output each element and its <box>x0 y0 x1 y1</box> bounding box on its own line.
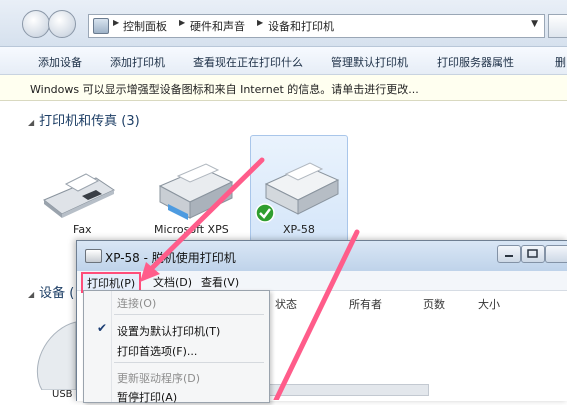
fax-label: Fax <box>73 223 92 236</box>
add-device-button[interactable]: 添加设备 <box>38 54 82 70</box>
column-owner[interactable]: 所有者 <box>349 296 382 312</box>
info-bar-text[interactable]: Windows 可以显示增强型设备图标和来自 Internet 的信息。请单击进… <box>30 81 419 97</box>
queue-column-headers: 状态 所有者 页数 大小 <box>267 294 567 312</box>
see-whats-printing-button[interactable]: 查看现在正在打印什么 <box>193 54 303 70</box>
window-menubar: 打印机(P) 文档(D) 查看(V) <box>77 271 567 293</box>
menu-item-pause-printing[interactable]: 暂停打印(A) <box>117 389 177 405</box>
menu-gutter <box>111 291 112 402</box>
manage-default-printers-button[interactable]: 管理默认打印机 <box>331 54 408 70</box>
maximize-button[interactable] <box>521 245 545 263</box>
window-titlebar[interactable]: XP-58 - 脱机使用打印机 <box>77 241 567 271</box>
check-icon: ✔ <box>97 321 108 335</box>
collapse-triangle-icon: ◢ <box>28 118 35 127</box>
menu-view[interactable]: 查看(V) <box>201 274 239 290</box>
fax-device[interactable] <box>38 160 118 220</box>
chevron-right-icon: ▶ <box>113 18 120 27</box>
printers-group-header[interactable]: ◢ 打印机和传真 (3) <box>28 110 140 129</box>
microsoft-xps-label: Microsoft XPS <box>154 223 229 236</box>
usb-device-icon <box>36 321 77 391</box>
chevron-right-icon: ▶ <box>179 18 186 27</box>
breadcrumb-item[interactable]: 控制面板 <box>123 18 167 34</box>
default-checkmark-icon <box>255 203 275 223</box>
printer-dropdown-menu: 连接(O) ✔ 设置为默认打印机(T) 打印首选项(F)... 更新驱动程序(D… <box>83 290 270 405</box>
printer-queue-window: XP-58 - 脱机使用打印机 打印机(P) 文档(D) 查看(V) 状态 所有… <box>76 240 567 405</box>
column-pages[interactable]: 页数 <box>423 296 445 312</box>
address-box[interactable]: ▶ 控制面板 ▶ 硬件和声音 ▶ 设备和打印机 ▼ <box>88 14 545 38</box>
collapse-triangle-icon: ◢ <box>28 290 35 299</box>
menu-item-printing-preferences[interactable]: 打印首选项(F)... <box>117 343 197 359</box>
usb-device[interactable] <box>30 320 77 391</box>
control-panel-icon <box>93 18 109 34</box>
address-bar-region: ▶ 控制面板 ▶ 硬件和声音 ▶ 设备和打印机 ▼ <box>0 0 567 47</box>
info-bar[interactable]: Windows 可以显示增强型设备图标和来自 Internet 的信息。请单击进… <box>0 75 567 101</box>
column-size[interactable]: 大小 <box>478 296 500 312</box>
devices-group-label: 设备 ( <box>39 286 75 301</box>
menu-item-update-driver[interactable]: 更新驱动程序(D) <box>117 370 200 386</box>
chevron-right-icon: ▶ <box>257 18 264 27</box>
printers-group-label: 打印机和传真 (3) <box>39 114 140 129</box>
menu-separator <box>114 314 264 315</box>
refresh-button[interactable] <box>548 14 567 38</box>
column-status[interactable]: 状态 <box>275 296 297 312</box>
usb-label: USB <box>52 389 73 400</box>
menu-separator <box>114 362 264 363</box>
delete-button[interactable]: 删 <box>555 54 566 70</box>
command-bar: 添加设备 添加打印机 查看现在正在打印什么 管理默认打印机 打印服务器属性 删 <box>0 47 567 75</box>
devices-group-header[interactable]: ◢ 设备 ( <box>28 282 74 301</box>
microsoft-xps-device[interactable] <box>148 152 238 222</box>
breadcrumb-item[interactable]: 硬件和声音 <box>190 18 245 34</box>
printer-icon <box>85 249 102 263</box>
horizontal-scrollbar[interactable] <box>269 384 429 396</box>
add-printer-button[interactable]: 添加打印机 <box>110 54 165 70</box>
back-button[interactable] <box>22 10 50 38</box>
close-button[interactable] <box>545 245 567 263</box>
printer-icon <box>158 163 234 220</box>
window-title: XP-58 - 脱机使用打印机 <box>105 251 236 265</box>
menu-item-set-default[interactable]: 设置为默认打印机(T) <box>117 323 220 339</box>
breadcrumb-item[interactable]: 设备和打印机 <box>268 18 334 34</box>
menu-document[interactable]: 文档(D) <box>153 274 192 290</box>
chevron-down-icon[interactable]: ▼ <box>531 19 538 29</box>
menu-item-connect[interactable]: 连接(O) <box>117 295 156 311</box>
print-server-properties-button[interactable]: 打印服务器属性 <box>437 54 514 70</box>
xp58-label: XP-58 <box>283 223 315 236</box>
minimize-button[interactable] <box>497 245 521 263</box>
forward-button[interactable] <box>48 10 76 38</box>
fax-icon <box>43 173 116 218</box>
